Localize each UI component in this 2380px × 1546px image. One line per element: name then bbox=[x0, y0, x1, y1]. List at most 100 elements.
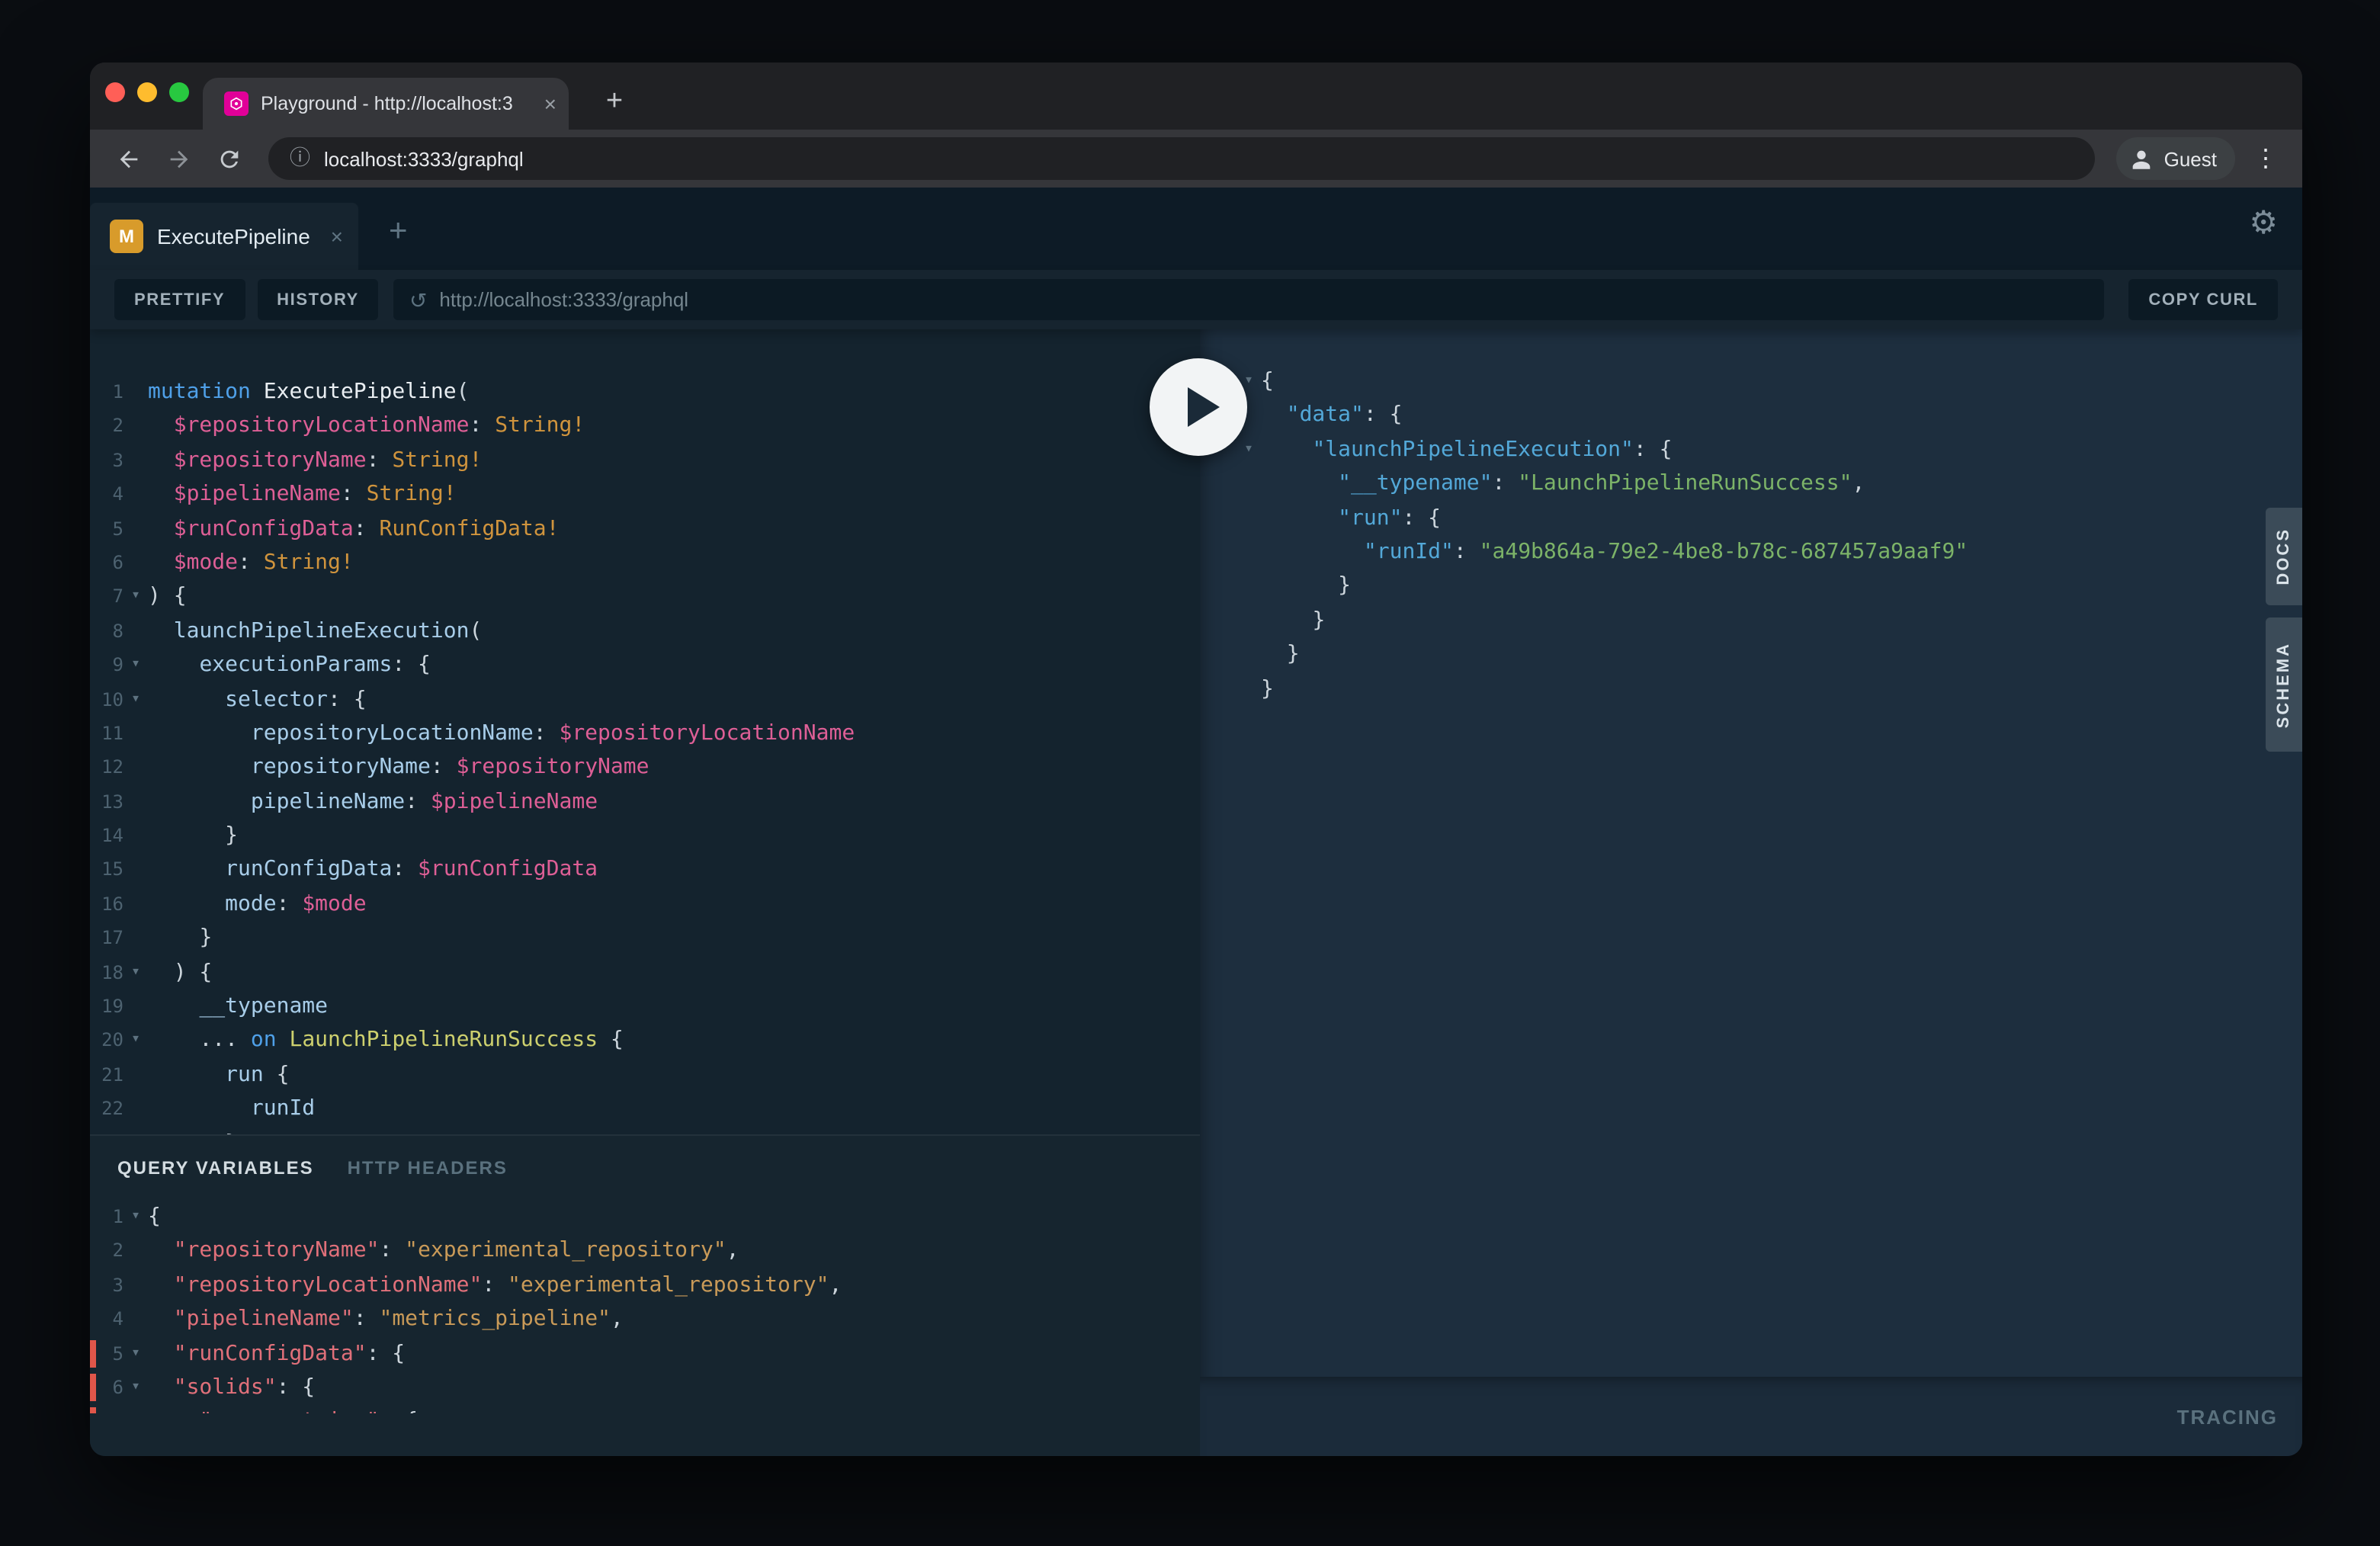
fold-arrow-icon[interactable]: ▾ bbox=[123, 648, 148, 682]
copy-curl-button[interactable]: COPY CURL bbox=[2128, 279, 2278, 320]
fold-arrow-icon[interactable]: ▾ bbox=[123, 1371, 148, 1405]
code-line: 2 $repositoryLocationName: String! bbox=[90, 409, 1200, 444]
code-text: "pipelineName": "metrics_pipeline", bbox=[148, 1302, 624, 1336]
code-text: repositoryLocationName: $repositoryLocat… bbox=[148, 717, 855, 751]
fold-arrow-icon[interactable]: ▾ bbox=[123, 1200, 148, 1234]
line-number: 7 bbox=[90, 580, 123, 614]
fold-spacer bbox=[123, 717, 148, 751]
fold-spacer bbox=[123, 784, 148, 819]
docs-side-tab[interactable]: DOCS bbox=[2266, 508, 2302, 605]
code-line: ▾ "launchPipelineExecution": { bbox=[1237, 433, 2302, 467]
line-number: 18 bbox=[90, 955, 123, 990]
fold-spacer bbox=[123, 751, 148, 785]
code-line: 7▾ "save_metrics": { bbox=[90, 1405, 1200, 1413]
code-text: selector: { bbox=[148, 682, 367, 717]
prettify-button[interactable]: PRETTIFY bbox=[114, 279, 245, 320]
profile-button[interactable]: Guest bbox=[2117, 137, 2235, 180]
code-line: 6 $mode: String! bbox=[90, 546, 1200, 580]
query-editor[interactable]: 1mutation ExecutePipeline(2 $repositoryL… bbox=[90, 329, 1200, 1134]
code-text: $runConfigData: RunConfigData! bbox=[148, 512, 560, 546]
settings-gear-icon[interactable]: ⚙ bbox=[2249, 207, 2278, 239]
code-text: __typename bbox=[148, 990, 328, 1024]
fold-arrow-icon[interactable]: ▾ bbox=[123, 1405, 148, 1413]
line-number: 2 bbox=[90, 409, 123, 444]
code-line: 1▾{ bbox=[90, 1200, 1200, 1234]
profile-label: Guest bbox=[2164, 147, 2217, 170]
fold-spacer bbox=[123, 512, 148, 546]
code-text: { bbox=[148, 1200, 161, 1234]
schema-side-tab[interactable]: SCHEMA bbox=[2266, 617, 2302, 752]
fold-arrow-icon[interactable]: ▾ bbox=[123, 955, 148, 990]
session-tab[interactable]: M ExecutePipeline × bbox=[90, 203, 358, 270]
fold-arrow-icon[interactable]: ▾ bbox=[123, 1024, 148, 1058]
line-number: 6 bbox=[90, 546, 123, 580]
browser-tab[interactable]: Playground - http://localhost:3 × bbox=[203, 78, 569, 130]
minimize-window-button[interactable] bbox=[137, 82, 157, 102]
history-button[interactable]: HISTORY bbox=[257, 279, 379, 320]
execute-button[interactable] bbox=[1150, 358, 1247, 456]
browser-menu-icon[interactable]: ⋮ bbox=[2247, 143, 2284, 174]
code-line: 14 } bbox=[90, 819, 1200, 853]
code-line: "__typename": "LaunchPipelineRunSuccess"… bbox=[1237, 467, 2302, 501]
forward-icon[interactable] bbox=[159, 139, 198, 178]
code-text: $repositoryName: String! bbox=[148, 444, 482, 478]
fold-arrow-icon[interactable]: ▾ bbox=[1237, 433, 1261, 467]
fold-spacer bbox=[123, 409, 148, 444]
back-icon[interactable] bbox=[108, 139, 148, 178]
fold-spacer bbox=[123, 375, 148, 409]
fold-spacer bbox=[123, 1126, 148, 1134]
fold-arrow-icon[interactable]: ▾ bbox=[123, 1336, 148, 1371]
url-text: localhost:3333/graphql bbox=[324, 147, 524, 170]
code-text: } bbox=[1261, 569, 1351, 604]
variables-editor[interactable]: 1▾{2 "repositoryName": "experimental_rep… bbox=[90, 1188, 1200, 1413]
code-line: ▾{ bbox=[1237, 364, 2302, 399]
session-close-icon[interactable]: × bbox=[331, 226, 343, 247]
fold-spacer bbox=[123, 614, 148, 648]
url-bar[interactable]: ⓘ localhost:3333/graphql bbox=[268, 137, 2096, 180]
fold-arrow-icon[interactable]: ▾ bbox=[123, 580, 148, 614]
code-text: launchPipelineExecution( bbox=[148, 614, 482, 648]
code-text: pipelineName: $pipelineName bbox=[148, 784, 598, 819]
code-text: "solids": { bbox=[148, 1371, 315, 1405]
endpoint-input[interactable]: ↺ http://localhost:3333/graphql bbox=[394, 279, 2104, 320]
tab-close-icon[interactable]: × bbox=[544, 93, 557, 114]
fold-spacer bbox=[1237, 501, 1261, 535]
code-line: } bbox=[1237, 603, 2302, 637]
line-number: 12 bbox=[90, 751, 123, 785]
browser-tab-title: Playground - http://localhost:3 bbox=[261, 93, 535, 114]
line-number: 8 bbox=[90, 614, 123, 648]
close-window-button[interactable] bbox=[105, 82, 125, 102]
code-line: 11 repositoryLocationName: $repositoryLo… bbox=[90, 717, 1200, 751]
lint-error-mark bbox=[90, 1408, 95, 1413]
lint-error-mark bbox=[90, 1339, 95, 1368]
new-session-button[interactable]: + bbox=[389, 215, 408, 247]
code-text: runId bbox=[148, 1092, 315, 1126]
fold-spacer bbox=[123, 887, 148, 922]
site-info-icon[interactable]: ⓘ bbox=[290, 149, 310, 169]
fold-spacer bbox=[123, 819, 148, 853]
line-number: 14 bbox=[90, 819, 123, 853]
fold-arrow-icon[interactable]: ▾ bbox=[123, 682, 148, 717]
line-number: 4 bbox=[90, 1302, 123, 1336]
tab-http-headers[interactable]: HTTP HEADERS bbox=[348, 1157, 508, 1179]
playground-main: 1mutation ExecutePipeline(2 $repositoryL… bbox=[90, 329, 2302, 1456]
tracing-toggle[interactable]: TRACING bbox=[2177, 1405, 2278, 1428]
tab-query-variables[interactable]: QUERY VARIABLES bbox=[117, 1157, 314, 1179]
endpoint-reload-icon[interactable]: ↺ bbox=[409, 289, 427, 310]
code-text: $mode: String! bbox=[148, 546, 354, 580]
code-line: 1mutation ExecutePipeline( bbox=[90, 375, 1200, 409]
results-viewer: ▾{ "data": {▾ "launchPipelineExecution":… bbox=[1200, 329, 2302, 1377]
screen: Playground - http://localhost:3 × + ⓘ lo… bbox=[0, 0, 2380, 1546]
new-tab-button[interactable]: + bbox=[593, 81, 636, 123]
line-number: 10 bbox=[90, 682, 123, 717]
code-text: "data": { bbox=[1261, 399, 1402, 433]
line-number: 2 bbox=[90, 1234, 123, 1269]
zoom-window-button[interactable] bbox=[169, 82, 189, 102]
code-text: repositoryName: $repositoryName bbox=[148, 751, 650, 785]
code-text: mutation ExecutePipeline( bbox=[148, 375, 470, 409]
line-number: 9 bbox=[90, 648, 123, 682]
endpoint-url: http://localhost:3333/graphql bbox=[439, 288, 688, 311]
line-number: 22 bbox=[90, 1092, 123, 1126]
code-line: } bbox=[1237, 637, 2302, 672]
reload-icon[interactable] bbox=[209, 139, 249, 178]
